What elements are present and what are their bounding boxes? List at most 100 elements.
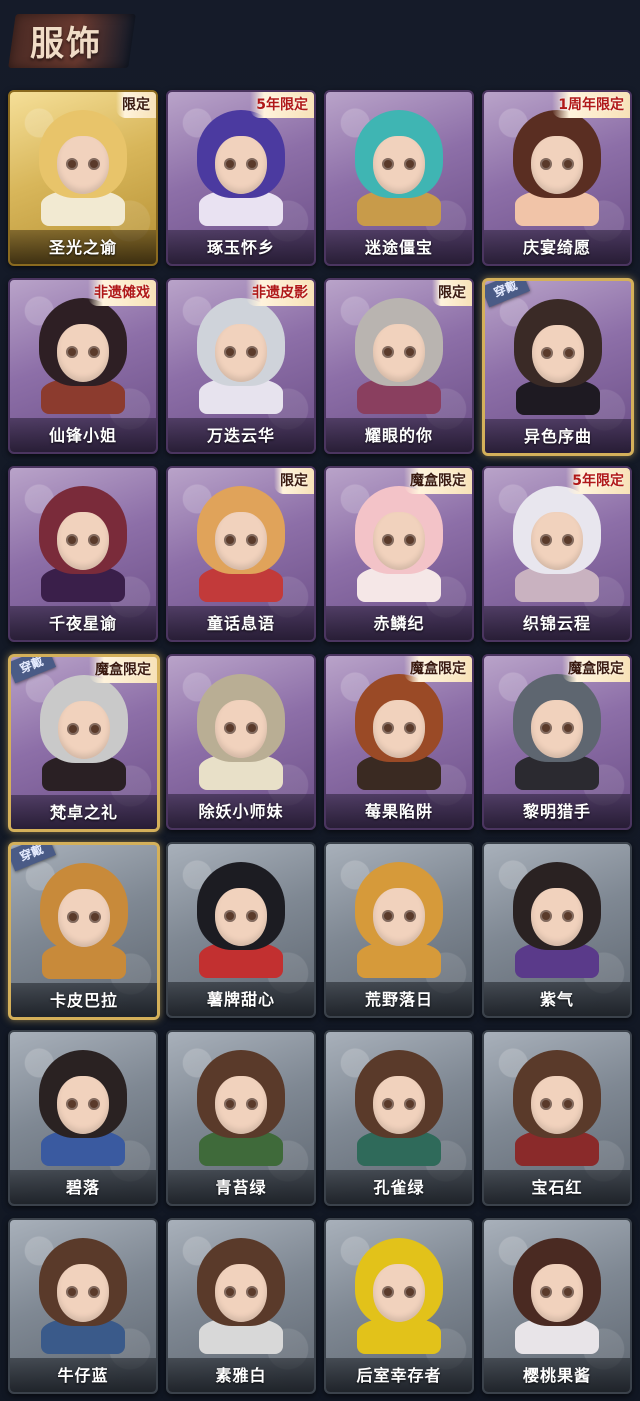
outfit-card[interactable]: 樱桃果酱 xyxy=(482,1218,632,1394)
portrait-face xyxy=(215,324,267,382)
portrait-eye xyxy=(224,1098,236,1110)
outfit-card[interactable]: 千夜星谕 xyxy=(8,466,158,642)
portrait-face xyxy=(373,136,425,194)
portrait-eye xyxy=(382,722,394,734)
portrait-face xyxy=(373,1264,425,1322)
portrait-eye xyxy=(88,1286,100,1298)
character-portrait xyxy=(349,670,449,790)
character-portrait xyxy=(191,1046,291,1166)
outfit-name: 牛仔蓝 xyxy=(57,1366,109,1385)
portrait-eye xyxy=(88,1098,100,1110)
outfit-card[interactable]: 迷途僵宝 xyxy=(324,90,474,266)
portrait-eye xyxy=(67,911,79,923)
portrait-eye xyxy=(66,534,78,546)
character-portrait xyxy=(191,858,291,978)
outfit-card[interactable]: 碧落 xyxy=(8,1030,158,1206)
character-portrait xyxy=(507,1046,607,1166)
outfit-card[interactable]: 庆宴绮愿 1周年限定 xyxy=(482,90,632,266)
character-portrait xyxy=(34,859,134,979)
outfit-card[interactable]: 圣光之谕 限定 xyxy=(8,90,158,266)
outfit-name: 千夜星谕 xyxy=(48,614,117,633)
portrait-eye xyxy=(562,910,574,922)
outfit-card[interactable]: 后室幸存者 xyxy=(324,1218,474,1394)
limited-tag: 非遗傩戏 xyxy=(88,280,156,306)
portrait-eye xyxy=(562,158,574,170)
portrait-face xyxy=(373,1076,425,1134)
portrait-face xyxy=(215,700,267,758)
outfit-name: 庆宴绮愿 xyxy=(522,238,591,257)
outfit-card[interactable]: 牛仔蓝 xyxy=(8,1218,158,1394)
limited-tag: 魔盒限定 xyxy=(89,657,157,683)
outfit-name: 琢玉怀乡 xyxy=(206,238,275,257)
portrait-eye xyxy=(224,722,236,734)
portrait-face xyxy=(215,1264,267,1322)
outfit-name: 紫气 xyxy=(539,990,574,1009)
portrait-face xyxy=(215,512,267,570)
outfit-card[interactable]: 童话息语 限定 xyxy=(166,466,316,642)
outfit-card[interactable]: 紫气 xyxy=(482,842,632,1018)
portrait-eye xyxy=(246,1286,258,1298)
outfit-card[interactable]: 黎明猎手 魔盒限定 xyxy=(482,654,632,830)
character-portrait xyxy=(191,482,291,602)
outfit-name: 素雅白 xyxy=(215,1366,267,1385)
portrait-eye xyxy=(246,1098,258,1110)
portrait-face xyxy=(531,700,583,758)
outfit-card[interactable]: 除妖小师妹 xyxy=(166,654,316,830)
portrait-eye xyxy=(224,346,236,358)
portrait-face xyxy=(373,888,425,946)
portrait-eye xyxy=(382,1286,394,1298)
outfit-card[interactable]: 梵卓之礼 魔盒限定 穿戴 xyxy=(8,654,160,832)
outfit-card[interactable]: 万迭云华 非遗皮影 xyxy=(166,278,316,454)
outfit-name: 黎明猎手 xyxy=(522,802,591,821)
outfit-card[interactable]: 仙锋小姐 非遗傩戏 xyxy=(8,278,158,454)
outfit-card[interactable]: 宝石红 xyxy=(482,1030,632,1206)
portrait-face xyxy=(58,889,110,947)
character-portrait xyxy=(507,482,607,602)
outfit-card[interactable]: 耀眼的你 限定 xyxy=(324,278,474,454)
outfit-card[interactable]: 素雅白 xyxy=(166,1218,316,1394)
outfit-name: 碧落 xyxy=(65,1178,100,1197)
outfit-card[interactable]: 异色序曲 穿戴 xyxy=(482,278,634,456)
character-portrait xyxy=(349,482,449,602)
outfit-card[interactable]: 莓果陷阱 魔盒限定 xyxy=(324,654,474,830)
outfit-card[interactable]: 琢玉怀乡 5年限定 xyxy=(166,90,316,266)
portrait-face xyxy=(57,1076,109,1134)
portrait-eye xyxy=(246,346,258,358)
limited-tag: 非遗皮影 xyxy=(246,280,314,306)
portrait-eye xyxy=(382,534,394,546)
outfit-card[interactable]: 孔雀绿 xyxy=(324,1030,474,1206)
portrait-face xyxy=(215,136,267,194)
portrait-eye xyxy=(404,158,416,170)
outfit-card[interactable]: 卡皮巴拉 穿戴 xyxy=(8,842,160,1020)
portrait-eye xyxy=(88,534,100,546)
outfit-page: 服饰 圣光之谕 限定 琢玉怀乡 5年限定 迷途僵宝 庆宴绮愿 1周年限定仙锋小姐 非遗傩戏 万迭… xyxy=(0,0,640,1401)
portrait-eye xyxy=(563,347,575,359)
outfit-card[interactable]: 赤鳞纪 魔盒限定 xyxy=(324,466,474,642)
outfit-name: 除妖小师妹 xyxy=(198,802,284,821)
portrait-eye xyxy=(404,1098,416,1110)
character-portrait xyxy=(507,106,607,226)
character-portrait xyxy=(349,294,449,414)
portrait-eye xyxy=(540,1098,552,1110)
portrait-face xyxy=(373,512,425,570)
outfit-name: 孔雀绿 xyxy=(373,1178,425,1197)
header: 服饰 xyxy=(0,0,640,82)
outfit-card[interactable]: 荒野落日 xyxy=(324,842,474,1018)
portrait-eye xyxy=(404,346,416,358)
outfit-name: 莓果陷阱 xyxy=(364,802,433,821)
character-portrait xyxy=(349,106,449,226)
portrait-eye xyxy=(246,158,258,170)
portrait-eye xyxy=(404,722,416,734)
portrait-eye xyxy=(540,158,552,170)
character-portrait xyxy=(191,106,291,226)
outfit-name: 异色序曲 xyxy=(523,427,592,446)
portrait-eye xyxy=(562,1098,574,1110)
portrait-eye xyxy=(382,158,394,170)
portrait-eye xyxy=(246,910,258,922)
outfit-card[interactable]: 薯牌甜心 xyxy=(166,842,316,1018)
character-portrait xyxy=(349,1046,449,1166)
portrait-eye xyxy=(404,910,416,922)
outfit-card[interactable]: 织锦云程 5年限定 xyxy=(482,466,632,642)
outfit-card[interactable]: 青苔绿 xyxy=(166,1030,316,1206)
outfit-name: 青苔绿 xyxy=(215,1178,267,1197)
